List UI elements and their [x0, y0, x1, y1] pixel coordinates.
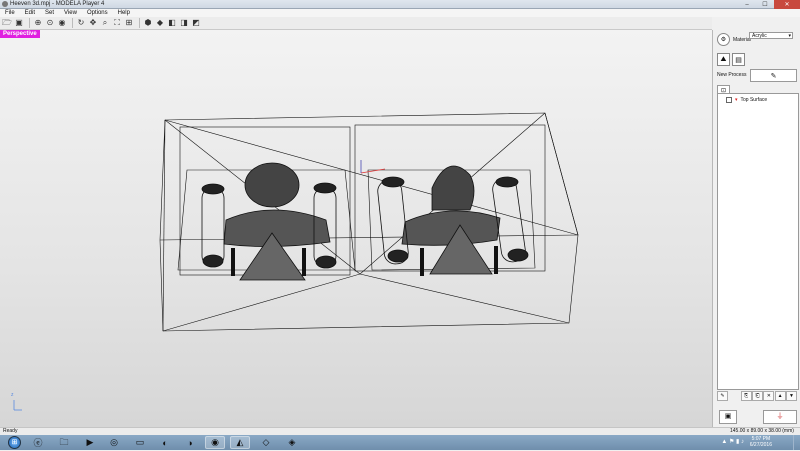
title-bar: Heeven 3d.mpj - MODELA Player 4 – ☐ ✕	[0, 0, 800, 9]
new-process-label: New Process	[717, 72, 747, 78]
process-icon: ▾	[735, 97, 738, 103]
perspective-viewport[interactable]: Perspective z	[0, 30, 712, 427]
taskbar: ⊞ ⓔ 🗀 ▶ ◎ ▭ ◐ ◑ ◉ ◭ ◇ ◈ ▲ ⚑ ▮ ♪ 5:07 PM …	[0, 435, 800, 450]
explorer-icon[interactable]: 🗀	[54, 436, 74, 449]
app-icon[interactable]: ◈	[282, 436, 302, 449]
model-dimensions: 145.00 x 89.00 x 38.00 (mm)	[730, 428, 794, 434]
clock[interactable]: 5:07 PM 6/27/2016	[750, 436, 772, 448]
axis-label: z	[11, 392, 14, 398]
menu-options[interactable]: Options	[82, 9, 113, 17]
save-icon[interactable]: ▣	[14, 18, 24, 28]
menu-set[interactable]: Set	[40, 9, 59, 17]
minimize-button[interactable]: –	[738, 0, 756, 9]
folder-icon[interactable]: ▭	[130, 436, 150, 449]
firefox-icon[interactable]: ◐	[155, 436, 175, 449]
start-button[interactable]: ⊞	[8, 436, 21, 449]
image-icon[interactable]: ▤	[732, 53, 745, 66]
process-tree[interactable]: ▾ Top Surface	[717, 93, 799, 390]
toolbar-separator	[29, 18, 30, 28]
tree-item[interactable]: ▾ Top Surface	[726, 97, 767, 103]
zoom-out-icon[interactable]: ◉	[57, 18, 67, 28]
move-down-icon[interactable]: ▼	[785, 391, 797, 401]
view-front-icon[interactable]: ◆	[155, 18, 165, 28]
view-iso-icon[interactable]: ⬢	[143, 18, 153, 28]
clock-date: 6/27/2016	[749, 442, 772, 448]
chevron-down-icon: ▾	[788, 33, 791, 39]
view-other-icon[interactable]: ◩	[191, 18, 201, 28]
window-title: Heeven 3d.mpj - MODELA Player 4	[10, 1, 105, 7]
delete-process-icon[interactable]: ✕	[763, 391, 775, 401]
show-desktop-button[interactable]	[793, 435, 800, 450]
process-wizard-icon: ✎	[770, 72, 777, 80]
wireframe-model	[13, 112, 579, 411]
status-text: Ready	[3, 428, 18, 434]
new-process-button[interactable]: ✎	[750, 69, 797, 82]
pan-icon[interactable]: ✥	[88, 18, 98, 28]
move-up-icon[interactable]: ▲	[774, 391, 786, 401]
material-button[interactable]: ⚙	[717, 33, 730, 46]
paste-process-icon[interactable]: ⎗	[751, 391, 763, 401]
firefox-icon[interactable]: ◑	[180, 436, 200, 449]
status-bar: Ready 145.00 x 89.00 x 38.00 (mm)	[0, 427, 800, 435]
copy-process-icon[interactable]: ⎘	[740, 391, 752, 401]
modela-icon[interactable]: ◭	[230, 436, 250, 449]
edit-process-icon[interactable]: ✎	[717, 391, 728, 401]
material-value: Acrylic	[752, 33, 767, 39]
toolbar: 🗁 ▣ ⊕ ⊙ ◉ ↻ ✥ ⌕ ⛶ ⊞ ⬢ ◆ ◧ ◨ ◩	[0, 17, 712, 30]
view-side-icon[interactable]: ◧	[167, 18, 177, 28]
tray-icons[interactable]: ▲ ⚑ ▮ ♪	[721, 438, 744, 445]
toolbar-separator	[72, 18, 73, 28]
app-icon[interactable]: ◇	[256, 436, 276, 449]
cut-button[interactable]: ⏚	[763, 410, 797, 424]
fit-icon[interactable]: ⊕	[33, 18, 43, 28]
media-icon[interactable]: ▶	[80, 436, 100, 449]
app-icon[interactable]: ◎	[104, 436, 124, 449]
app-icon[interactable]	[2, 1, 8, 7]
menu-bar: File Edit Set View Options Help	[0, 9, 800, 17]
zoom-window-icon[interactable]: ⛶	[112, 18, 122, 28]
maximize-button[interactable]: ☐	[756, 0, 774, 9]
model-icon[interactable]: ⛰	[717, 53, 730, 66]
view-top-icon[interactable]: ◨	[179, 18, 189, 28]
zoom-in-icon[interactable]: ⊙	[45, 18, 55, 28]
menu-help[interactable]: Help	[113, 9, 135, 17]
right-panel: ⚙ Material Acrylic ▾ ⛰ ▤ New Process ✎ ⊡…	[712, 30, 800, 427]
fit-all-icon[interactable]: ⊞	[124, 18, 134, 28]
open-icon[interactable]: 🗁	[2, 18, 12, 28]
chrome-icon[interactable]: ◉	[205, 436, 225, 449]
tree-item-label: Top Surface	[740, 97, 768, 103]
zoom-icon[interactable]: ⌕	[100, 18, 110, 28]
material-select[interactable]: Acrylic ▾	[749, 32, 793, 39]
expand-icon[interactable]	[726, 97, 732, 103]
rotate-icon[interactable]: ↻	[76, 18, 86, 28]
menu-view[interactable]: View	[59, 9, 82, 17]
menu-edit[interactable]: Edit	[20, 9, 40, 17]
preview-button[interactable]: ▣	[719, 410, 737, 424]
toolbar-separator	[139, 18, 140, 28]
ie-icon[interactable]: ⓔ	[28, 436, 48, 449]
menu-file[interactable]: File	[0, 9, 20, 17]
close-button[interactable]: ✕	[774, 0, 800, 9]
